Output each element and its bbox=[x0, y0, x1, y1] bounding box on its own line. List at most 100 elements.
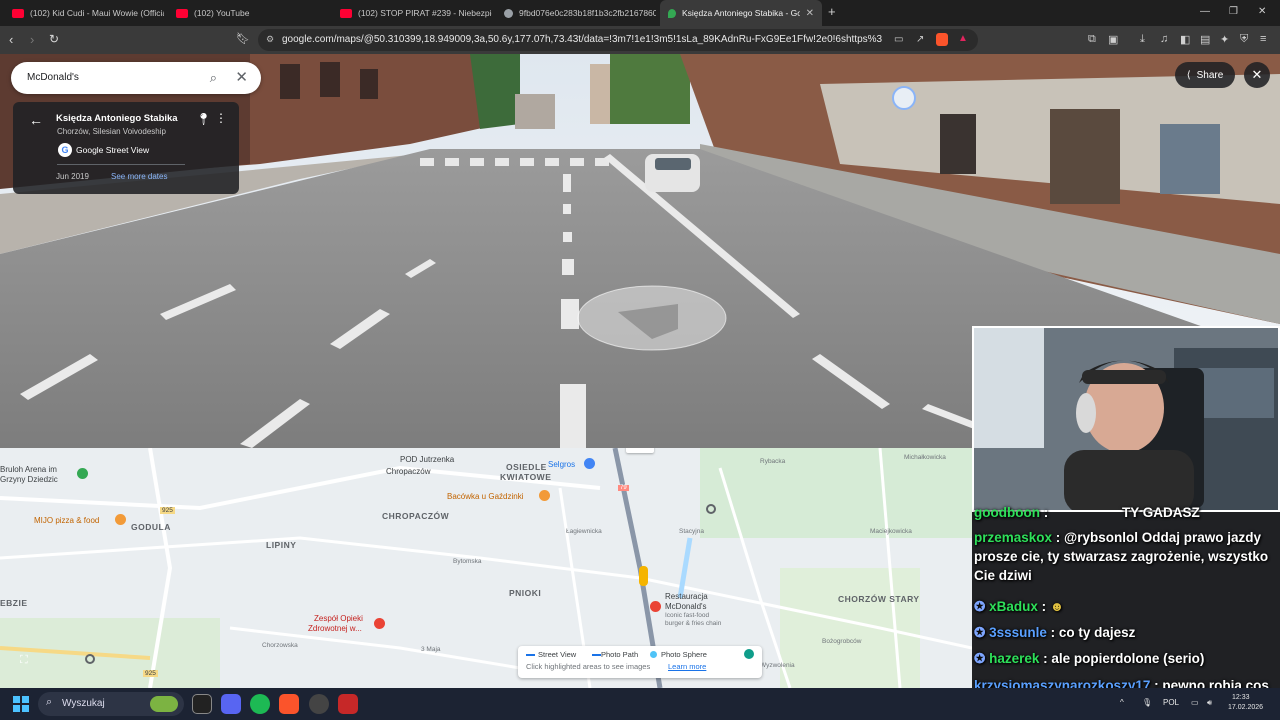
mcdonalds-marker-icon[interactable] bbox=[650, 601, 661, 612]
clear-search-icon[interactable]: ✕ bbox=[235, 68, 248, 86]
site-settings-icon[interactable]: ⚙ bbox=[266, 34, 274, 45]
location-pin-icon[interactable]: 📍︎ bbox=[196, 112, 211, 126]
brave-icon[interactable] bbox=[279, 694, 299, 714]
legend-toggle-icon[interactable] bbox=[744, 649, 754, 659]
search-highlight-icon bbox=[150, 696, 178, 712]
share-button[interactable]: ⟨ Share bbox=[1175, 62, 1235, 88]
app-icon[interactable] bbox=[338, 694, 358, 714]
browser-tab-active[interactable]: Księdza Antoniego Stabika - Goo ✕ bbox=[660, 0, 822, 26]
youtube-icon bbox=[176, 8, 188, 18]
search-input[interactable]: McDonald's bbox=[27, 72, 79, 83]
start-button[interactable] bbox=[13, 696, 29, 712]
restaurant-marker-icon[interactable] bbox=[115, 514, 126, 525]
youtube-icon bbox=[340, 8, 352, 18]
shop-marker-icon[interactable] bbox=[584, 458, 595, 469]
share-icon: ⟨ bbox=[1186, 69, 1191, 81]
transit-stop-icon[interactable] bbox=[85, 654, 95, 664]
cast-icon[interactable]: ▭ bbox=[894, 34, 903, 45]
map-resize-handle[interactable] bbox=[626, 448, 654, 453]
district-label: GODULA bbox=[131, 522, 171, 532]
leo-icon[interactable]: ✦ bbox=[1220, 33, 1229, 46]
legend-item: Street View bbox=[538, 650, 577, 659]
wallet-icon[interactable]: ▣ bbox=[1108, 33, 1118, 46]
menu-icon[interactable]: ≡ bbox=[1260, 33, 1266, 45]
bookmark-icon[interactable]: 🔖︎ bbox=[236, 32, 250, 45]
language-indicator[interactable]: POL bbox=[1163, 698, 1179, 707]
network-icon[interactable]: ▭ bbox=[1191, 698, 1199, 707]
restore-icon[interactable]: ❐ bbox=[1229, 6, 1238, 17]
wallet-icon[interactable]: ▤ bbox=[1200, 33, 1210, 46]
map-poi-label[interactable]: Zespół Opieki bbox=[314, 614, 363, 623]
legend-hint: Click highlighted areas to see images bbox=[526, 662, 651, 671]
see-more-dates-link[interactable]: See more dates bbox=[111, 172, 167, 181]
media-icon[interactable]: ♫ bbox=[1160, 33, 1168, 45]
browser-tab[interactable]: (102) Kid Cudi - Maui Wowie (Official bbox=[4, 0, 164, 26]
spotify-icon[interactable] bbox=[250, 694, 270, 714]
badge-icon: ✪ bbox=[974, 599, 986, 614]
badge-icon: ✪ bbox=[974, 651, 986, 666]
download-icon[interactable]: ⤓ bbox=[1140, 33, 1145, 46]
tray-chevron-icon[interactable]: ^ bbox=[1120, 698, 1124, 707]
legend-item: Photo Path bbox=[601, 650, 639, 659]
webcam-image bbox=[974, 328, 1278, 510]
emote-icon: ☻ bbox=[1049, 599, 1065, 614]
more-options-icon[interactable]: ⋮ bbox=[215, 111, 227, 125]
clock-time[interactable]: 12:33 bbox=[1232, 694, 1250, 701]
transit-stop-icon[interactable] bbox=[706, 504, 716, 514]
reload-icon[interactable]: ↻ bbox=[49, 32, 59, 46]
street-label: 3 Maja bbox=[421, 646, 441, 653]
app-icon[interactable] bbox=[192, 694, 212, 714]
brave-rewards-icon[interactable]: ▲ bbox=[958, 33, 968, 44]
map-poi-label[interactable]: Zdrowotnej w... bbox=[308, 624, 362, 633]
pegman-icon[interactable] bbox=[639, 566, 648, 586]
restaurant-marker-icon[interactable] bbox=[539, 490, 550, 501]
browser-tab[interactable]: (102) YouTube bbox=[168, 0, 328, 26]
capture-date: Jun 2019 bbox=[56, 172, 89, 181]
mini-map[interactable]: Bruloh Arena im Grzyny Dziedzic MIJO piz… bbox=[0, 448, 972, 688]
street-label: Łagiewnicka bbox=[566, 528, 602, 535]
location-marker-icon[interactable] bbox=[892, 86, 916, 110]
forward-icon[interactable]: › bbox=[30, 32, 34, 47]
discord-icon[interactable] bbox=[221, 694, 241, 714]
share-page-icon[interactable]: ↗ bbox=[916, 34, 924, 45]
close-window-icon[interactable]: ✕ bbox=[1258, 6, 1266, 17]
close-tab-icon[interactable]: ✕ bbox=[806, 8, 814, 19]
search-icon[interactable]: ⌕ bbox=[210, 70, 217, 86]
map-poi-label[interactable]: MIJO pizza & food bbox=[34, 516, 99, 525]
district-label: KWIATOWE bbox=[500, 472, 552, 482]
vpn-icon[interactable]: ⛨ bbox=[1240, 33, 1248, 46]
volume-icon[interactable]: 🔊︎ bbox=[1207, 698, 1212, 708]
new-tab-button[interactable]: + bbox=[828, 4, 836, 19]
taskbar-search[interactable]: ⌕ Wyszukaj bbox=[38, 692, 184, 716]
district-label: EBZIE bbox=[0, 598, 28, 608]
street-label: Bożogrobców bbox=[822, 638, 862, 645]
road-number: 925 bbox=[160, 507, 175, 514]
microphone-icon[interactable]: 🎙︎ bbox=[1142, 698, 1152, 707]
park-marker-icon[interactable] bbox=[77, 468, 88, 479]
browser-tab-bar: (102) Kid Cudi - Maui Wowie (Official (1… bbox=[0, 0, 1280, 26]
address-bar[interactable]: ⚙ google.com/maps/@50.310399,18.949009,3… bbox=[258, 29, 978, 51]
map-poi-label[interactable]: Restauracja bbox=[665, 592, 708, 601]
map-poi-label[interactable]: McDonald's bbox=[665, 602, 707, 611]
street-label: Wyzwolenia bbox=[760, 662, 795, 669]
hospital-marker-icon[interactable] bbox=[374, 618, 385, 629]
obs-icon[interactable] bbox=[309, 694, 329, 714]
browser-tab[interactable]: 9fbd076e0c283b18f1b3c2fb21678600 bbox=[496, 0, 656, 26]
map-poi-label[interactable]: Selgros bbox=[548, 460, 575, 469]
youtube-icon bbox=[12, 8, 24, 18]
street-view-legend: Street View Photo Path Photo Sphere Clic… bbox=[518, 646, 762, 678]
clock-date[interactable]: 17.02.2026 bbox=[1228, 704, 1263, 711]
map-poi-label: burger & fries chain bbox=[665, 620, 722, 627]
minimize-icon[interactable]: — bbox=[1200, 6, 1210, 17]
map-poi-label[interactable]: Bacówka u Gaździnki bbox=[447, 492, 523, 501]
brave-shield-icon[interactable] bbox=[936, 33, 948, 46]
search-box[interactable]: McDonald's ⌕ ✕ bbox=[11, 62, 261, 94]
sidebar-icon[interactable]: ◧ bbox=[1180, 33, 1190, 46]
back-arrow-icon[interactable]: ← bbox=[29, 112, 43, 128]
browser-tab[interactable]: (102) STOP PIRAT #239 - Niebezpiecz bbox=[332, 0, 492, 26]
back-icon[interactable]: ‹ bbox=[9, 32, 13, 47]
extensions-icon[interactable]: ⧉ bbox=[1088, 33, 1096, 46]
close-street-view-button[interactable]: ✕ bbox=[1244, 62, 1270, 88]
expand-map-icon[interactable]: ⛶ bbox=[20, 654, 38, 670]
learn-more-link[interactable]: Learn more bbox=[668, 662, 706, 671]
